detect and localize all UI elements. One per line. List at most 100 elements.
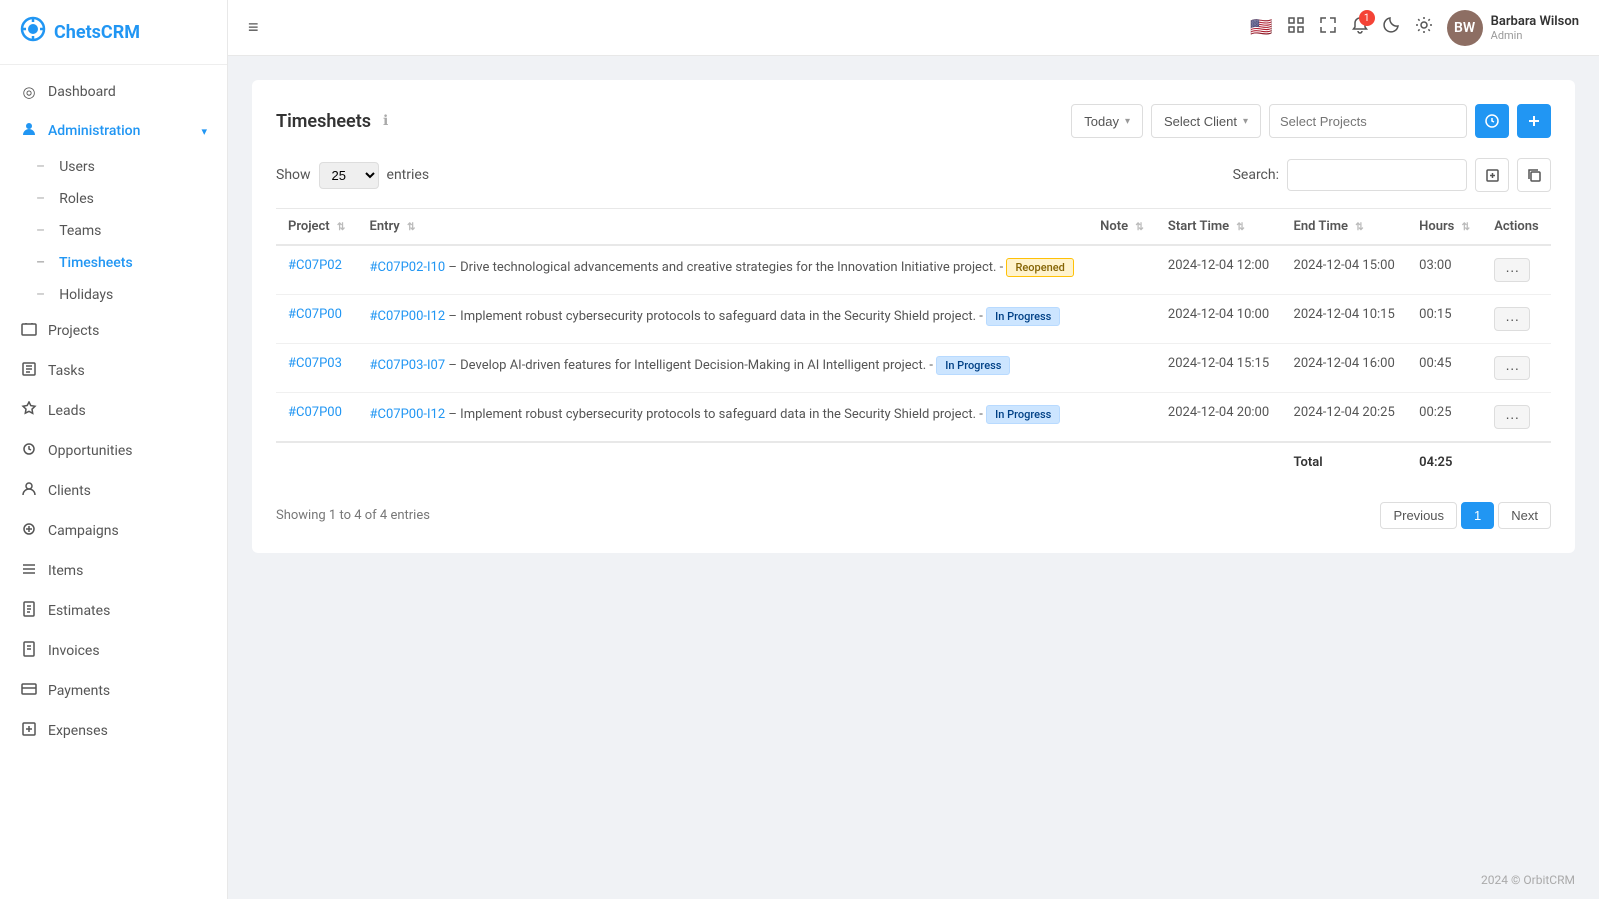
sidebar-item-clients[interactable]: Clients — [0, 471, 227, 511]
menu-toggle-icon[interactable]: ≡ — [248, 17, 259, 38]
apps-grid-icon[interactable] — [1287, 16, 1305, 39]
main-content: ≡ 🇺🇸 1 — [228, 0, 1599, 899]
show-label: Show — [276, 167, 311, 183]
settings-gear-icon[interactable] — [1415, 16, 1433, 39]
sidebar-item-label: Users — [59, 159, 95, 175]
sidebar-item-roles[interactable]: – Roles — [0, 183, 227, 215]
show-entries-control: Show 25 10 50 100 entries — [276, 162, 429, 189]
cell-note — [1088, 295, 1156, 344]
row-actions-button[interactable]: ··· — [1494, 258, 1530, 282]
cell-note — [1088, 245, 1156, 295]
chevron-down-icon: ▾ — [1243, 116, 1248, 127]
col-entry[interactable]: Entry ⇅ — [358, 209, 1089, 246]
entry-link[interactable]: #C07P00-I12 — [370, 309, 446, 324]
col-note[interactable]: Note ⇅ — [1088, 209, 1156, 246]
col-end-time[interactable]: End Time ⇅ — [1282, 209, 1408, 246]
info-icon[interactable]: ℹ — [383, 113, 388, 129]
project-link[interactable]: #C07P00 — [288, 405, 342, 420]
sidebar-item-invoices[interactable]: Invoices — [0, 631, 227, 671]
select-projects-input[interactable] — [1269, 104, 1467, 138]
add-button[interactable] — [1517, 104, 1551, 138]
search-input[interactable] — [1287, 159, 1467, 191]
sidebar-item-opportunities[interactable]: Opportunities — [0, 431, 227, 471]
cell-entry: #C07P03-I07 – Develop AI-driven features… — [358, 344, 1089, 393]
cell-entry: #C07P02-I10 – Drive technological advanc… — [358, 245, 1089, 295]
cell-empty — [358, 442, 1089, 482]
table-row: #C07P00 #C07P00-I12 – Implement robust c… — [276, 393, 1551, 443]
cell-entry: #C07P00-I12 – Implement robust cybersecu… — [358, 295, 1089, 344]
row-actions-button[interactable]: ··· — [1494, 405, 1530, 429]
previous-page-button[interactable]: Previous — [1380, 502, 1457, 529]
sidebar-logo[interactable]: ChetsCRM — [0, 0, 227, 65]
sort-icon: ⇅ — [1135, 222, 1143, 233]
entry-link[interactable]: #C07P00-I12 — [370, 407, 446, 422]
dark-mode-icon[interactable] — [1383, 16, 1401, 39]
cell-start-time: 2024-12-04 12:00 — [1156, 245, 1282, 295]
sort-icon: ⇅ — [1355, 222, 1363, 233]
select-client-dropdown-button[interactable]: Select Client ▾ — [1151, 104, 1261, 138]
cell-start-time: 2024-12-04 20:00 — [1156, 393, 1282, 443]
fullscreen-icon[interactable] — [1319, 16, 1337, 39]
notification-bell-icon[interactable]: 1 — [1351, 16, 1369, 39]
sidebar-item-campaigns[interactable]: Campaigns — [0, 511, 227, 551]
copy-button[interactable] — [1517, 158, 1551, 192]
entry-link[interactable]: #C07P02-I10 — [370, 260, 446, 275]
sidebar-item-label: Teams — [59, 223, 101, 239]
sidebar-item-holidays[interactable]: – Holidays — [0, 279, 227, 311]
project-link[interactable]: #C07P02 — [288, 258, 342, 273]
logo-text: ChetsCRM — [54, 22, 140, 43]
cell-project: #C07P03 — [276, 344, 358, 393]
sidebar-item-tasks[interactable]: Tasks — [0, 351, 227, 391]
sidebar-item-leads[interactable]: Leads — [0, 391, 227, 431]
cell-note — [1088, 344, 1156, 393]
cell-end-time: 2024-12-04 15:00 — [1282, 245, 1408, 295]
export-button[interactable] — [1475, 158, 1509, 192]
language-flag-icon[interactable]: 🇺🇸 — [1250, 17, 1272, 38]
sidebar-item-payments[interactable]: Payments — [0, 671, 227, 711]
pagination-area: Showing 1 to 4 of 4 entries Previous 1 N… — [276, 502, 1551, 529]
sidebar-item-estimates[interactable]: Estimates — [0, 591, 227, 631]
tasks-icon — [20, 361, 38, 381]
sidebar-item-label: Payments — [48, 683, 207, 699]
invoices-icon — [20, 641, 38, 661]
cell-hours: 00:15 — [1407, 295, 1482, 344]
sidebar-item-users[interactable]: – Users — [0, 151, 227, 183]
sidebar-item-expenses[interactable]: Expenses — [0, 711, 227, 751]
card-header-actions: Today ▾ Select Client ▾ — [1071, 104, 1551, 138]
cell-empty — [276, 442, 358, 482]
logo-icon — [20, 16, 46, 48]
user-role: Admin — [1491, 29, 1579, 42]
today-dropdown-button[interactable]: Today ▾ — [1071, 104, 1143, 138]
col-actions: Actions — [1482, 209, 1551, 246]
sidebar-item-dashboard[interactable]: ◎ Dashboard — [0, 73, 227, 111]
sidebar-item-items[interactable]: Items — [0, 551, 227, 591]
sidebar-item-label: Holidays — [59, 287, 113, 303]
row-actions-button[interactable]: ··· — [1494, 307, 1530, 331]
sidebar-item-teams[interactable]: – Teams — [0, 215, 227, 247]
sidebar-item-label: Opportunities — [48, 443, 207, 459]
sidebar-item-projects[interactable]: Projects — [0, 311, 227, 351]
next-page-button[interactable]: Next — [1498, 502, 1551, 529]
cell-end-time: 2024-12-04 16:00 — [1282, 344, 1408, 393]
clock-button[interactable] — [1475, 104, 1509, 138]
dashboard-icon: ◎ — [20, 83, 38, 101]
avatar-image: BW — [1447, 10, 1483, 46]
col-start-time[interactable]: Start Time ⇅ — [1156, 209, 1282, 246]
expenses-icon — [20, 721, 38, 741]
sidebar-item-timesheets[interactable]: – Timesheets — [0, 247, 227, 279]
sidebar-item-label: Timesheets — [59, 255, 133, 271]
user-avatar[interactable]: BW Barbara Wilson Admin — [1447, 10, 1579, 46]
page-1-button[interactable]: 1 — [1461, 502, 1494, 529]
row-actions-button[interactable]: ··· — [1494, 356, 1530, 380]
card-header: Timesheets ℹ Today ▾ Select Client ▾ — [276, 104, 1551, 138]
footer: 2024 © OrbitCRM — [228, 861, 1599, 899]
sidebar-item-administration[interactable]: Administration ▾ — [0, 111, 227, 151]
project-link[interactable]: #C07P03 — [288, 356, 342, 371]
cell-actions: ··· — [1482, 344, 1551, 393]
project-link[interactable]: #C07P00 — [288, 307, 342, 322]
col-hours[interactable]: Hours ⇅ — [1407, 209, 1482, 246]
col-project[interactable]: Project ⇅ — [276, 209, 358, 246]
entry-link[interactable]: #C07P03-I07 — [370, 358, 446, 373]
dash-icon: – — [36, 287, 45, 303]
entries-per-page-select[interactable]: 25 10 50 100 — [319, 162, 379, 189]
